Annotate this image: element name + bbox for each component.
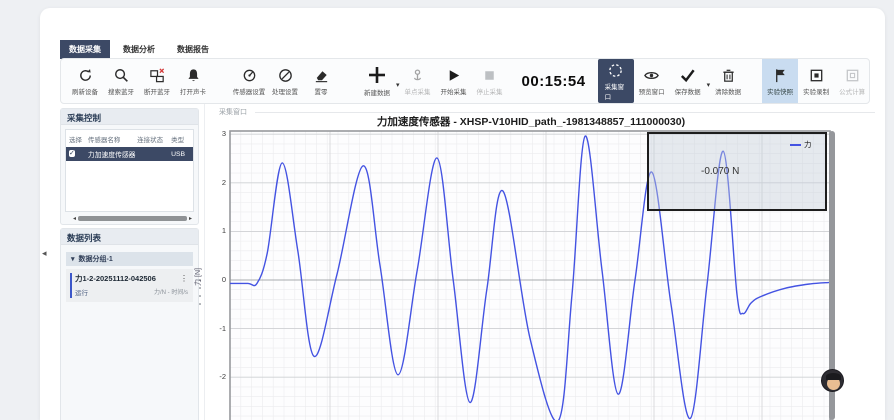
data-list-header: 数据列表 [61, 229, 198, 245]
col-type: 类型 [171, 134, 190, 144]
capture-control-panel: 采集控制 选择 传感器名称 连接状态 类型 ✓ 力加速度传感器 USB ◂ ▸ [60, 108, 199, 225]
sensor-settings-button[interactable]: 传感器设置 [231, 59, 267, 103]
new-data-group: 新建数据 ▾ [359, 59, 400, 103]
data-list-panel: 数据列表 ▾ 数据分组-1 力1-2-20251112-042506 ⋮ 运行 … [60, 228, 199, 420]
sensor-settings-icon [241, 67, 258, 84]
experiment-snapshot-button[interactable]: 实验快照 [762, 59, 798, 103]
data-group-row[interactable]: ▾ 数据分组-1 [66, 252, 193, 266]
single-point-collect-button[interactable]: 单点采集 [400, 59, 436, 103]
save-data-group: 保存数据 ▾ [670, 59, 711, 103]
preview-window-button[interactable]: 预览窗口 [634, 59, 670, 103]
processing-settings-button[interactable]: 处理设置 [267, 59, 303, 103]
y-tick-label: -1 [204, 324, 226, 333]
avatar-hair-icon [826, 373, 841, 380]
plus-icon [366, 65, 388, 85]
toolbar: 刷新设备 搜索蓝牙 断开蓝牙 打开声卡 传感器设置 处理设置 置零 新建数据 ▾… [60, 58, 870, 104]
y-tick-label: 2 [204, 178, 226, 187]
hscroll-thumb[interactable] [78, 216, 187, 221]
y-tick-label: 0 [204, 275, 226, 284]
trash-icon [720, 67, 737, 84]
refresh-device-button[interactable]: 刷新设备 [67, 59, 103, 103]
clear-data-button[interactable]: 清除数据 [710, 59, 746, 103]
new-data-button[interactable]: 新建数据 [359, 59, 395, 103]
zero-set-button[interactable]: 置零 [303, 59, 339, 103]
search-bluetooth-button[interactable]: 搜索蓝牙 [103, 59, 139, 103]
y-tick-label: 1 [204, 226, 226, 235]
assistant-avatar-button[interactable] [821, 369, 844, 392]
stop-collect-button[interactable]: 停止采集 [472, 59, 508, 103]
refresh-icon [77, 67, 94, 84]
start-collect-button[interactable]: 开始采集 [436, 59, 472, 103]
item-menu-icon[interactable]: ⋮ [180, 274, 188, 283]
eraser-icon [313, 67, 330, 84]
item-accent-bar [70, 273, 72, 298]
data-item-status: 运行 [75, 287, 88, 297]
chart-title: 力加速度传感器 - XHSP-V10HID_path_-1981348857_1… [231, 114, 831, 129]
capture-control-header: 采集控制 [61, 109, 198, 125]
data-item-title: 力1-2-20251112-042506 [75, 273, 156, 284]
formula-icon [844, 67, 861, 84]
caret-down-icon: ▾ [71, 255, 75, 263]
annotation-value: -0.070 N [701, 166, 739, 177]
chart-panel-rule [255, 112, 875, 113]
eye-icon [643, 67, 660, 84]
data-group-label: 数据分组-1 [79, 254, 113, 264]
sensor-checkbox[interactable]: ✓ [69, 150, 75, 157]
bell-icon [185, 67, 202, 84]
disconnect-bluetooth-icon [149, 67, 166, 84]
col-sensor-name: 传感器名称 [88, 134, 137, 144]
check-icon [678, 67, 697, 84]
col-status: 连接状态 [137, 134, 171, 144]
sensor-table-hscrollbar[interactable]: ◂ ▸ [73, 215, 192, 221]
y-tick-label: 3 [204, 129, 226, 138]
data-list-item[interactable]: 力1-2-20251112-042506 ⋮ 运行 力/N - 时间/s [66, 269, 193, 302]
sensor-table: 选择 传感器名称 连接状态 类型 ✓ 力加速度传感器 USB [65, 129, 194, 212]
sensor-type: USB [171, 151, 190, 158]
collect-window-button[interactable]: 采集窗口 [598, 59, 634, 103]
y-tick-label: -2 [204, 372, 226, 381]
stop-icon [481, 67, 498, 84]
sensor-row[interactable]: ✓ 力加速度传感器 USB [66, 147, 193, 161]
data-item-axes: 力/N - 时间/s [154, 287, 188, 297]
collect-timer: 00:15:54 [522, 73, 586, 90]
tab-data-analysis[interactable]: 数据分析 [114, 40, 164, 59]
play-icon [445, 67, 462, 84]
chart-legend: 力 [790, 139, 812, 150]
formula-calc-button[interactable]: 公式计算 [834, 59, 870, 103]
legend-line-icon [790, 144, 801, 146]
experiment-record-button[interactable]: 实验录制 [798, 59, 834, 103]
search-icon [113, 67, 130, 84]
scroll-left-icon[interactable]: ◂ [73, 215, 76, 222]
sensor-name: 力加速度传感器 [88, 149, 137, 159]
top-tab-bar: 数据采集 数据分析 数据报告 [60, 40, 218, 59]
sidebar-collapse-icon[interactable]: ◂ [42, 248, 47, 259]
sensor-table-header: 选择 传感器名称 连接状态 类型 [66, 130, 193, 147]
col-select: 选择 [69, 134, 88, 144]
flag-icon [772, 67, 789, 84]
record-icon [808, 67, 825, 84]
tab-data-report[interactable]: 数据报告 [168, 40, 218, 59]
y-axis-label: 力 [N] [193, 268, 203, 286]
disconnect-bluetooth-button[interactable]: 断开蓝牙 [139, 59, 175, 103]
save-data-button[interactable]: 保存数据 [670, 59, 706, 103]
edit-circle-icon [277, 67, 294, 84]
touch-icon [409, 67, 426, 84]
legend-label: 力 [804, 139, 812, 150]
scroll-right-icon[interactable]: ▸ [189, 215, 192, 222]
open-soundcard-button[interactable]: 打开声卡 [175, 59, 211, 103]
dashed-circle-icon [607, 62, 624, 79]
tab-data-collect[interactable]: 数据采集 [60, 40, 110, 59]
